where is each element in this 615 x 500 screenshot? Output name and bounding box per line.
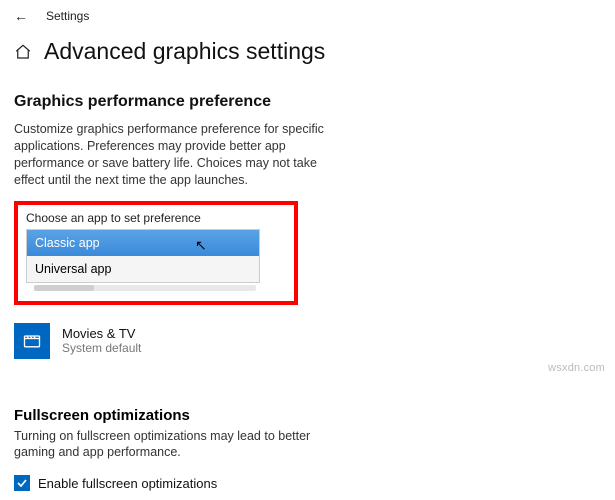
- dropdown-option-classic[interactable]: Classic app ↖: [27, 230, 259, 256]
- app-type-dropdown[interactable]: Classic app ↖ Universal app: [26, 229, 260, 283]
- title-bar: ← Settings: [0, 0, 615, 24]
- option-label: Classic app: [35, 236, 100, 250]
- watermark-text: wsxdn.com: [548, 362, 605, 374]
- section-heading-fullscreen: Fullscreen optimizations: [14, 407, 601, 424]
- choose-app-label: Choose an app to set preference: [26, 211, 286, 225]
- page-title: Advanced graphics settings: [44, 38, 325, 65]
- app-title: Settings: [46, 9, 89, 23]
- home-icon[interactable]: [14, 43, 32, 61]
- movies-tv-icon: [14, 323, 50, 359]
- app-name: Movies & TV: [62, 326, 141, 341]
- graphics-performance-section: Graphics performance preference Customiz…: [0, 93, 615, 491]
- checkbox-label: Enable fullscreen optimizations: [38, 476, 217, 491]
- back-arrow-icon[interactable]: ←: [14, 8, 28, 24]
- cursor-icon: ↖: [195, 237, 207, 254]
- page-header: Advanced graphics settings: [0, 24, 615, 69]
- highlight-annotation: Choose an app to set preference Classic …: [14, 201, 298, 305]
- checkbox-checked-icon[interactable]: [14, 475, 30, 491]
- dropdown-scrollbar[interactable]: [34, 285, 256, 291]
- app-list-item[interactable]: Movies & TV System default: [14, 323, 601, 359]
- dropdown-option-universal[interactable]: Universal app: [27, 256, 259, 282]
- app-preference-value: System default: [62, 341, 141, 355]
- section-description-fullscreen: Turning on fullscreen optimizations may …: [14, 428, 354, 462]
- section-heading-performance: Graphics performance preference: [14, 93, 601, 111]
- section-description-performance: Customize graphics performance preferenc…: [14, 121, 344, 189]
- fullscreen-checkbox-row[interactable]: Enable fullscreen optimizations: [14, 475, 601, 491]
- option-label: Universal app: [35, 262, 111, 276]
- app-meta: Movies & TV System default: [62, 326, 141, 355]
